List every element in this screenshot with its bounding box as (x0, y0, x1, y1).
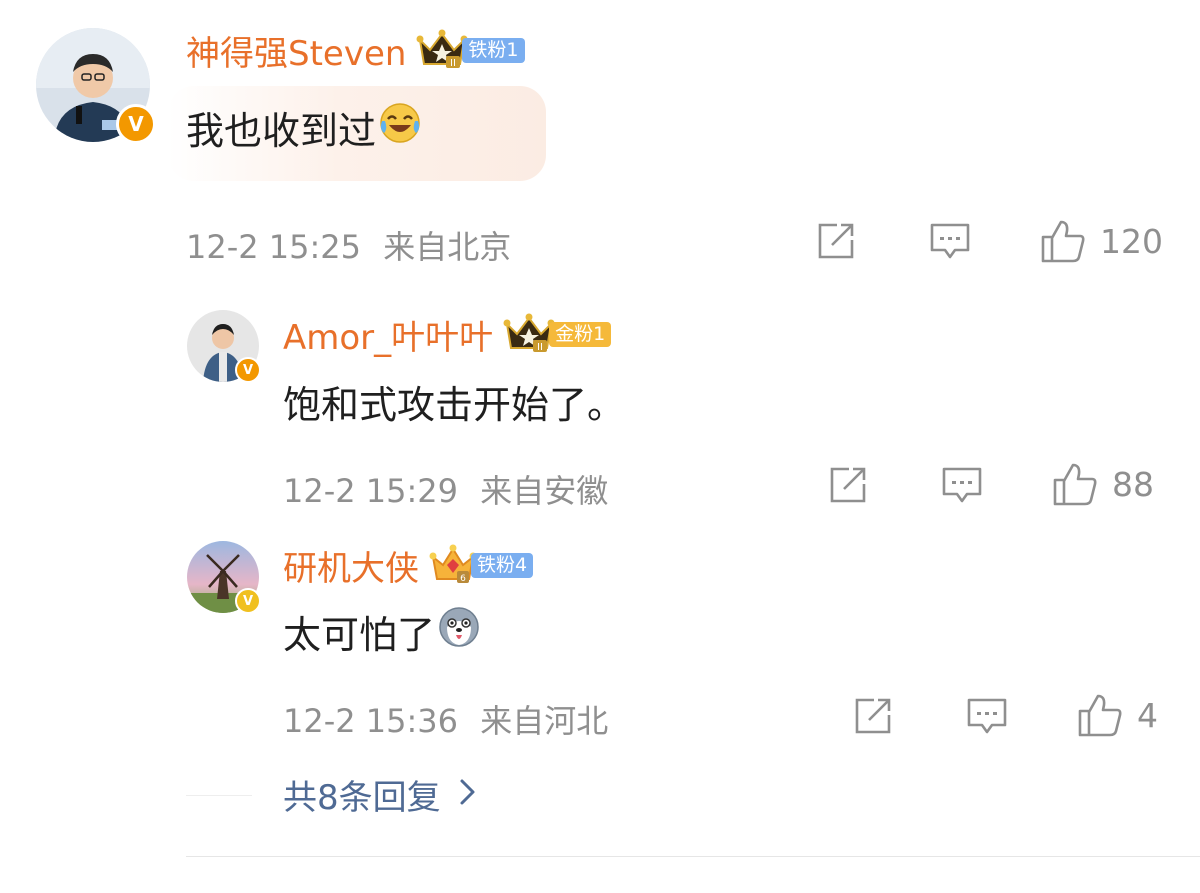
like-button[interactable]: 88 (1052, 461, 1154, 507)
username[interactable]: 神得强Steven (186, 26, 406, 75)
like-button[interactable]: 4 (1077, 692, 1158, 738)
like-count: 120 (1100, 221, 1163, 261)
fan-badge: 金粉1 (549, 321, 612, 348)
comment-text-content: 我也收到过 (186, 109, 377, 153)
comment-meta: 12-2 15:25 来自北京 (186, 222, 511, 268)
chevron-right-icon (459, 775, 477, 815)
comment-header: 研机大侠 6 铁粉4 (283, 541, 534, 590)
reply-icon (967, 698, 1007, 734)
svg-text:II: II (450, 58, 456, 69)
username[interactable]: 研机大侠 (283, 541, 419, 590)
comment-text: 饱和式攻击开始了。 (283, 383, 626, 427)
share-button[interactable] (827, 464, 869, 506)
reply-button[interactable] (965, 695, 1009, 737)
crown-icon: II (503, 312, 555, 358)
timestamp: 12-2 15:29 (283, 472, 459, 510)
share-button[interactable] (815, 220, 857, 262)
timestamp: 12-2 15:36 (283, 702, 459, 740)
location: 来自安徽 (480, 472, 609, 510)
reply-button[interactable] (928, 220, 972, 262)
location: 来自北京 (383, 228, 512, 266)
like-icon (1078, 694, 1122, 737)
like-icon (1041, 220, 1085, 263)
like-button[interactable]: 120 (1040, 218, 1163, 264)
reply-icon (930, 223, 970, 259)
comment-text-content: 太可怕了 (283, 613, 436, 657)
like-count: 4 (1137, 695, 1158, 735)
comment-header: 神得强Steven II 铁粉1 (186, 26, 525, 75)
reply-icon (942, 467, 982, 503)
crown-icon: 6 (429, 543, 477, 589)
comment-meta: 12-2 15:29 来自安徽 (283, 466, 608, 512)
divider (186, 856, 1200, 857)
comment-text: 我也收到过 (186, 100, 422, 155)
verified-icon: V (235, 588, 261, 614)
verified-icon: V (235, 357, 261, 383)
like-icon (1053, 463, 1097, 506)
avatar[interactable]: V (187, 541, 261, 614)
comment-header: Amor_叶叶叶 II 金粉1 (283, 310, 612, 359)
fan-badge: 铁粉1 (462, 37, 525, 64)
share-icon (830, 467, 866, 503)
husky-dog-emoji (437, 605, 481, 658)
crown-icon: II (416, 28, 468, 74)
share-button[interactable] (852, 695, 894, 737)
laugh-cry-emoji (378, 101, 422, 154)
username[interactable]: Amor_叶叶叶 (283, 310, 493, 359)
svg-text:6: 6 (460, 574, 466, 584)
more-replies-label: 共8条回复 (283, 778, 441, 818)
like-count: 88 (1112, 464, 1154, 504)
timestamp: 12-2 15:25 (186, 228, 362, 266)
avatar[interactable]: V (187, 310, 261, 383)
comment-text: 太可怕了 (283, 604, 481, 659)
svg-text:II: II (537, 342, 543, 353)
more-replies-link[interactable]: 共8条回复 (283, 770, 477, 819)
divider (186, 795, 252, 796)
verified-icon: V (116, 104, 156, 144)
comment-meta: 12-2 15:36 来自河北 (283, 696, 608, 742)
avatar[interactable]: V (36, 28, 156, 144)
share-icon (818, 223, 854, 259)
fan-badge: 铁粉4 (471, 552, 534, 579)
share-icon (855, 698, 891, 734)
location: 来自河北 (480, 702, 609, 740)
reply-button[interactable] (940, 464, 984, 506)
